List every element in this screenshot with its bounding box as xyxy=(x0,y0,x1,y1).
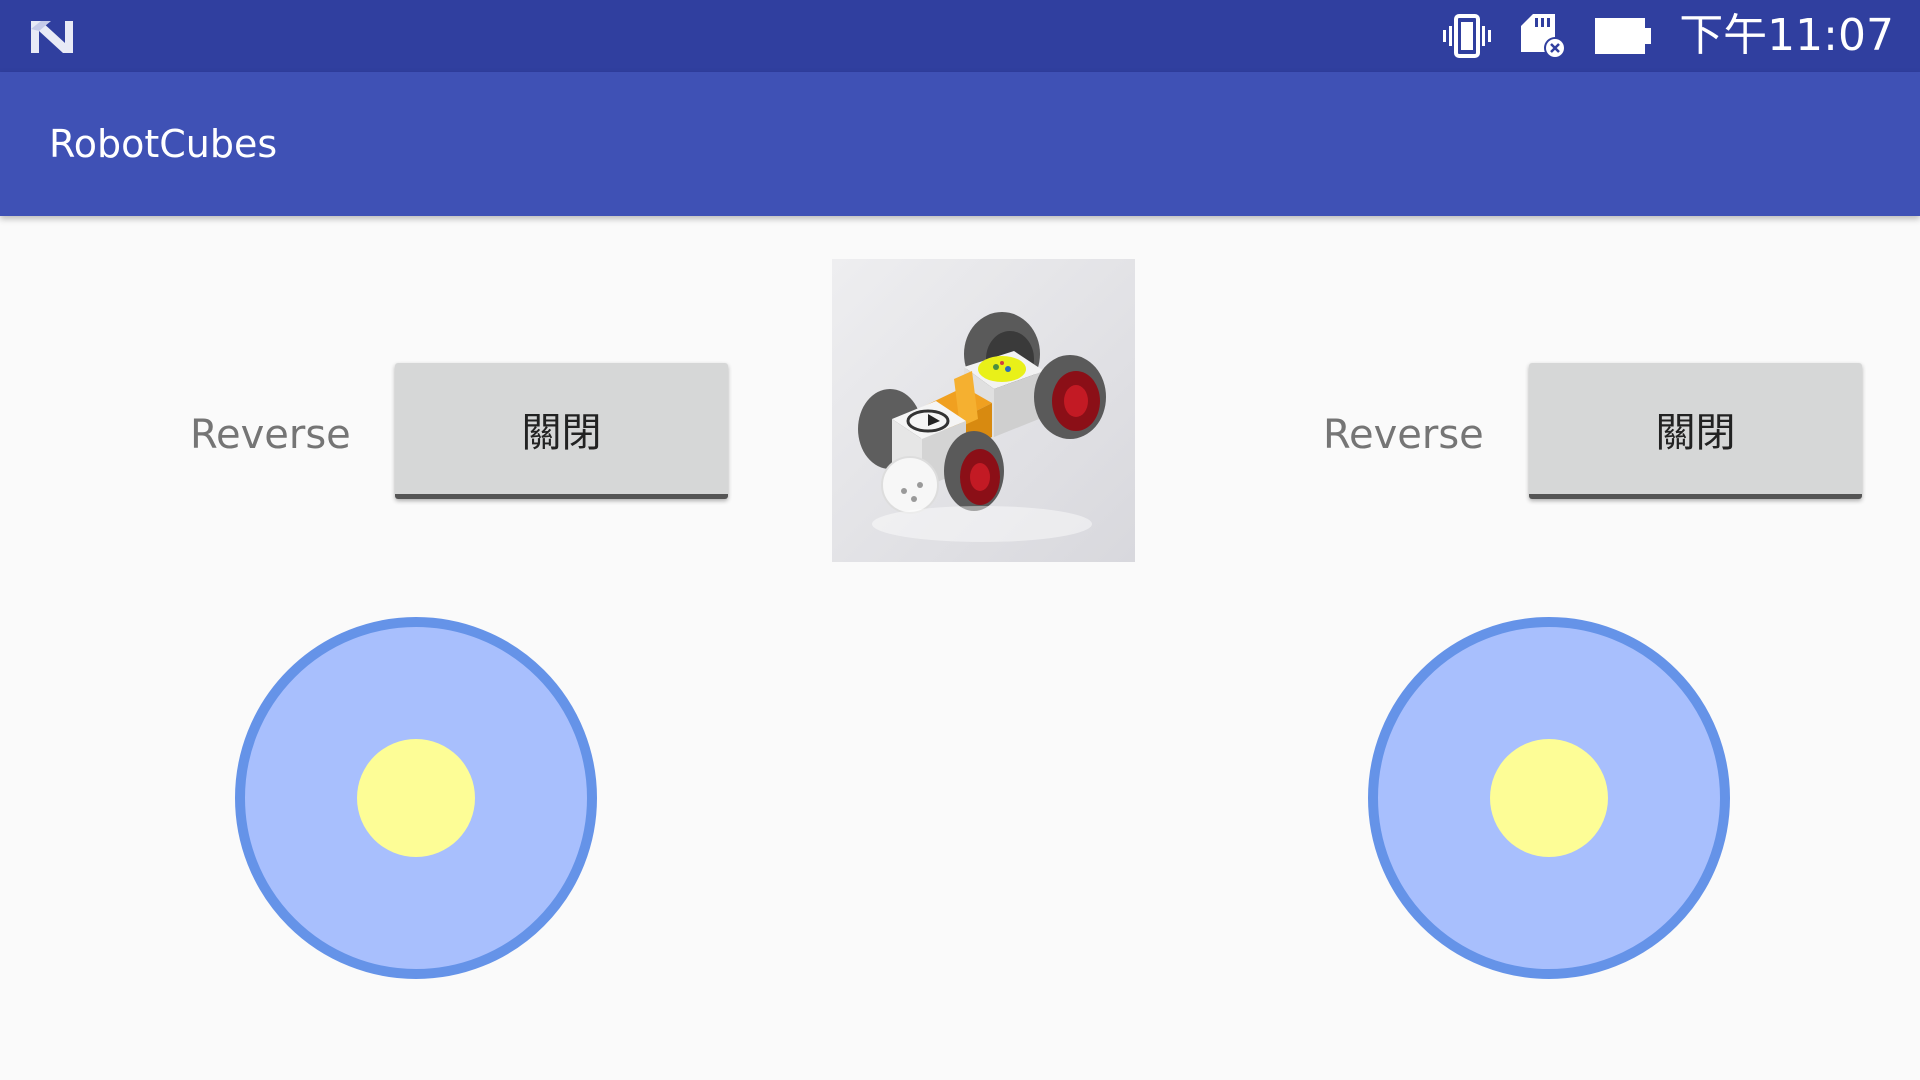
reverse-label-right: Reverse xyxy=(1323,412,1484,458)
status-time: 下午11:07 xyxy=(1679,10,1894,61)
battery-full-icon xyxy=(1595,18,1652,54)
status-icons: 下午11:07 xyxy=(1441,0,1894,72)
vibrate-icon xyxy=(1443,14,1492,58)
status-bar: 下午11:07 xyxy=(0,0,1920,72)
joystick-knob xyxy=(1490,739,1608,857)
reverse-label-left: Reverse xyxy=(190,412,351,458)
robot-car-image xyxy=(832,259,1135,562)
app-title: RobotCubes xyxy=(49,122,278,166)
left-joystick[interactable] xyxy=(234,616,598,980)
joystick-knob xyxy=(357,739,475,857)
right-joystick[interactable] xyxy=(1367,616,1731,980)
sd-card-error-icon xyxy=(1521,14,1567,59)
reverse-toggle-right-button[interactable]: 關閉 xyxy=(1529,363,1862,499)
reverse-toggle-left-button[interactable]: 關閉 xyxy=(395,363,728,499)
app-bar: RobotCubes xyxy=(0,72,1920,216)
android-n-icon xyxy=(31,21,73,53)
